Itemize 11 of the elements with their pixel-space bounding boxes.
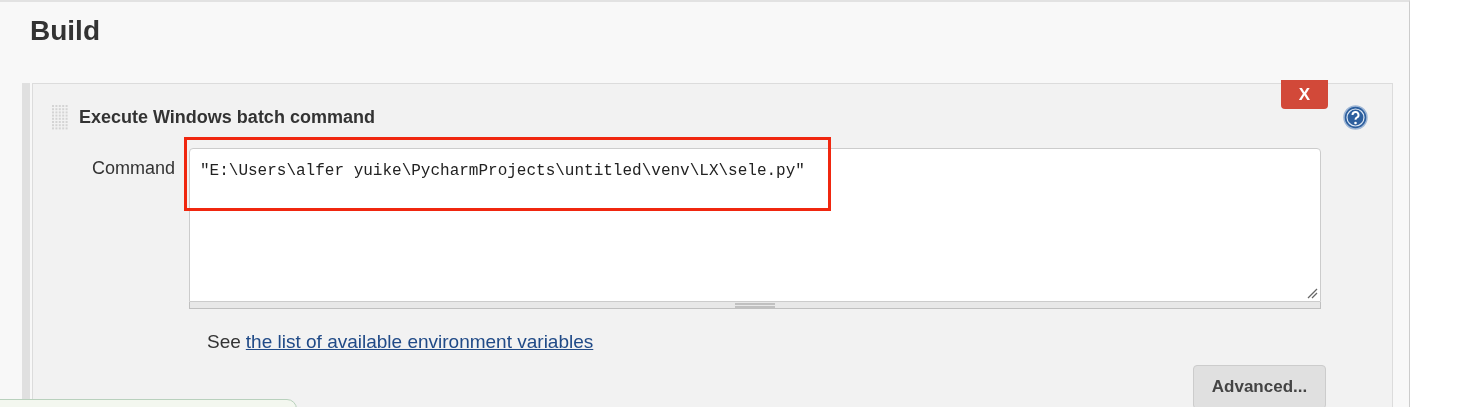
environment-variables-link[interactable]: the list of available environment variables: [245, 331, 594, 353]
drag-handle-icon[interactable]: [51, 104, 69, 130]
resize-grip-icon[interactable]: [1306, 287, 1318, 299]
advanced-button[interactable]: Advanced...: [1193, 365, 1326, 407]
command-textarea[interactable]: "E:\Users\alfer yuike\PycharmProjects\untitled\venv\LX\sele.py": [189, 148, 1321, 302]
command-label: Command: [90, 157, 176, 180]
help-icon[interactable]: [1343, 105, 1368, 130]
delete-button[interactable]: X: [1281, 80, 1328, 109]
see-text: See: [207, 331, 241, 353]
section-title: Build: [29, 14, 101, 48]
step-title: Execute Windows batch command: [79, 106, 375, 128]
